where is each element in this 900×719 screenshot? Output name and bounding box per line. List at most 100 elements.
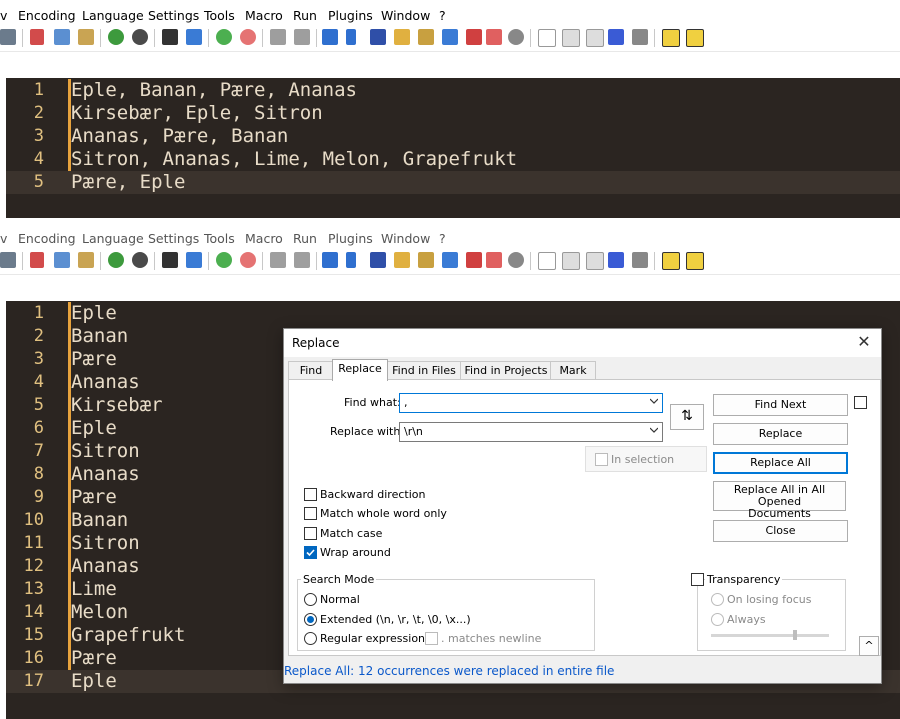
plugin-o-icon[interactable]	[686, 29, 704, 47]
undo-icon[interactable]	[108, 29, 124, 45]
menu-macro[interactable]: Macro	[245, 8, 283, 23]
folder-workspace-icon[interactable]	[466, 29, 482, 45]
search-mode-regex-radio[interactable]	[304, 632, 317, 645]
menu-window[interactable]: Window	[381, 8, 430, 23]
on-losing-focus-radio[interactable]	[711, 593, 724, 606]
expand-collapse-button[interactable]: ^	[859, 636, 879, 656]
tab-find-in-projects[interactable]: Find in Projects	[460, 361, 552, 380]
monitor-icon[interactable]	[508, 252, 524, 268]
zoom-out-icon[interactable]	[240, 29, 256, 45]
doc-map-icon[interactable]	[418, 29, 434, 45]
folder-icon[interactable]	[486, 29, 502, 45]
menu-window[interactable]: Window	[381, 231, 430, 246]
menu-language[interactable]: Language	[82, 8, 144, 23]
menu-tools[interactable]: Tools	[204, 8, 235, 23]
menu-settings[interactable]: Settings	[148, 231, 199, 246]
save-macro-icon[interactable]	[632, 252, 648, 268]
tab-mark[interactable]: Mark	[550, 361, 596, 380]
user-lang-icon[interactable]	[394, 29, 410, 45]
search-mode-normal-radio[interactable]	[304, 593, 317, 606]
replace-with-input[interactable]: \r\n	[399, 422, 663, 442]
stop-macro-icon[interactable]	[562, 29, 580, 47]
sync-vertical-icon[interactable]	[270, 252, 286, 268]
show-all-chars-icon[interactable]	[346, 29, 356, 45]
menu-tools[interactable]: Tools	[204, 231, 235, 246]
replace-icon[interactable]	[186, 252, 202, 268]
print-icon[interactable]	[0, 29, 16, 45]
paste-icon[interactable]	[78, 252, 94, 268]
redo-icon[interactable]	[132, 29, 148, 45]
cut-icon[interactable]	[30, 29, 44, 45]
menu-help[interactable]: ?	[439, 8, 446, 23]
menu-help[interactable]: ?	[439, 231, 446, 246]
show-all-chars-icon[interactable]	[346, 252, 356, 268]
replace-all-button[interactable]: Replace All	[713, 452, 848, 474]
plugin-n-icon[interactable]	[662, 252, 680, 270]
save-macro-icon[interactable]	[632, 29, 648, 45]
menu-encoding[interactable]: Encoding	[18, 231, 76, 246]
always-radio[interactable]	[711, 613, 724, 626]
folder-workspace-icon[interactable]	[466, 252, 482, 268]
menu-run[interactable]: Run	[293, 8, 317, 23]
user-lang-icon[interactable]	[394, 252, 410, 268]
play-macro-icon[interactable]	[586, 29, 604, 47]
in-selection-checkbox[interactable]	[595, 453, 608, 466]
transparency-checkbox[interactable]	[691, 573, 704, 586]
play-macro-icon[interactable]	[586, 252, 604, 270]
swap-find-replace-button[interactable]: ⇅	[670, 404, 704, 430]
transparency-slider[interactable]	[711, 630, 829, 640]
plugin-n-icon[interactable]	[662, 29, 680, 47]
word-wrap-icon[interactable]	[322, 252, 338, 268]
whole-word-checkbox[interactable]	[304, 507, 317, 520]
indent-guide-icon[interactable]	[370, 29, 386, 45]
indent-guide-icon[interactable]	[370, 252, 386, 268]
redo-icon[interactable]	[132, 252, 148, 268]
plugin-o-icon[interactable]	[686, 252, 704, 270]
replace-all-opened-button[interactable]: Replace All in All Opened Documents	[713, 481, 846, 520]
function-list-icon[interactable]	[442, 29, 458, 45]
record-macro-icon[interactable]	[538, 29, 556, 47]
monitor-icon[interactable]	[508, 29, 524, 45]
chevron-down-icon[interactable]	[650, 397, 658, 405]
word-wrap-icon[interactable]	[322, 29, 338, 45]
sync-vertical-icon[interactable]	[270, 29, 286, 45]
stop-macro-icon[interactable]	[562, 252, 580, 270]
menu-plugins[interactable]: Plugins	[328, 231, 373, 246]
wrap-around-checkbox[interactable]	[304, 546, 317, 559]
zoom-in-icon[interactable]	[216, 252, 232, 268]
menu-encoding[interactable]: Encoding	[18, 8, 76, 23]
undo-icon[interactable]	[108, 252, 124, 268]
menu-language[interactable]: Language	[82, 231, 144, 246]
replace-icon[interactable]	[186, 29, 202, 45]
slider-thumb[interactable]	[793, 630, 797, 640]
run-macro-multiple-icon[interactable]	[608, 252, 624, 268]
chevron-down-icon[interactable]	[650, 426, 658, 434]
close-icon[interactable]: ✕	[855, 333, 873, 351]
sync-horizontal-icon[interactable]	[294, 29, 310, 45]
match-case-checkbox[interactable]	[304, 527, 317, 540]
folder-icon[interactable]	[486, 252, 502, 268]
copy-icon[interactable]	[54, 252, 70, 268]
doc-map-icon[interactable]	[418, 252, 434, 268]
cut-icon[interactable]	[30, 252, 44, 268]
copy-icon[interactable]	[54, 29, 70, 45]
record-macro-icon[interactable]	[538, 252, 556, 270]
print-icon[interactable]	[0, 252, 16, 268]
menu-settings[interactable]: Settings	[148, 8, 199, 23]
search-mode-extended-radio[interactable]	[304, 613, 317, 626]
menu-view[interactable]: v	[0, 8, 7, 23]
matches-newline-checkbox[interactable]	[425, 632, 438, 645]
zoom-out-icon[interactable]	[240, 252, 256, 268]
tab-find-in-files[interactable]: Find in Files	[386, 361, 462, 380]
find-what-input[interactable]: ,	[399, 393, 663, 413]
find-icon[interactable]	[162, 29, 178, 45]
backward-direction-checkbox[interactable]	[304, 488, 317, 501]
sync-horizontal-icon[interactable]	[294, 252, 310, 268]
function-list-icon[interactable]	[442, 252, 458, 268]
tab-find[interactable]: Find	[288, 361, 334, 380]
tab-replace[interactable]: Replace	[332, 359, 388, 381]
menu-plugins[interactable]: Plugins	[328, 8, 373, 23]
find-next-button[interactable]: Find Next	[713, 394, 848, 416]
paste-icon[interactable]	[78, 29, 94, 45]
run-macro-multiple-icon[interactable]	[608, 29, 624, 45]
